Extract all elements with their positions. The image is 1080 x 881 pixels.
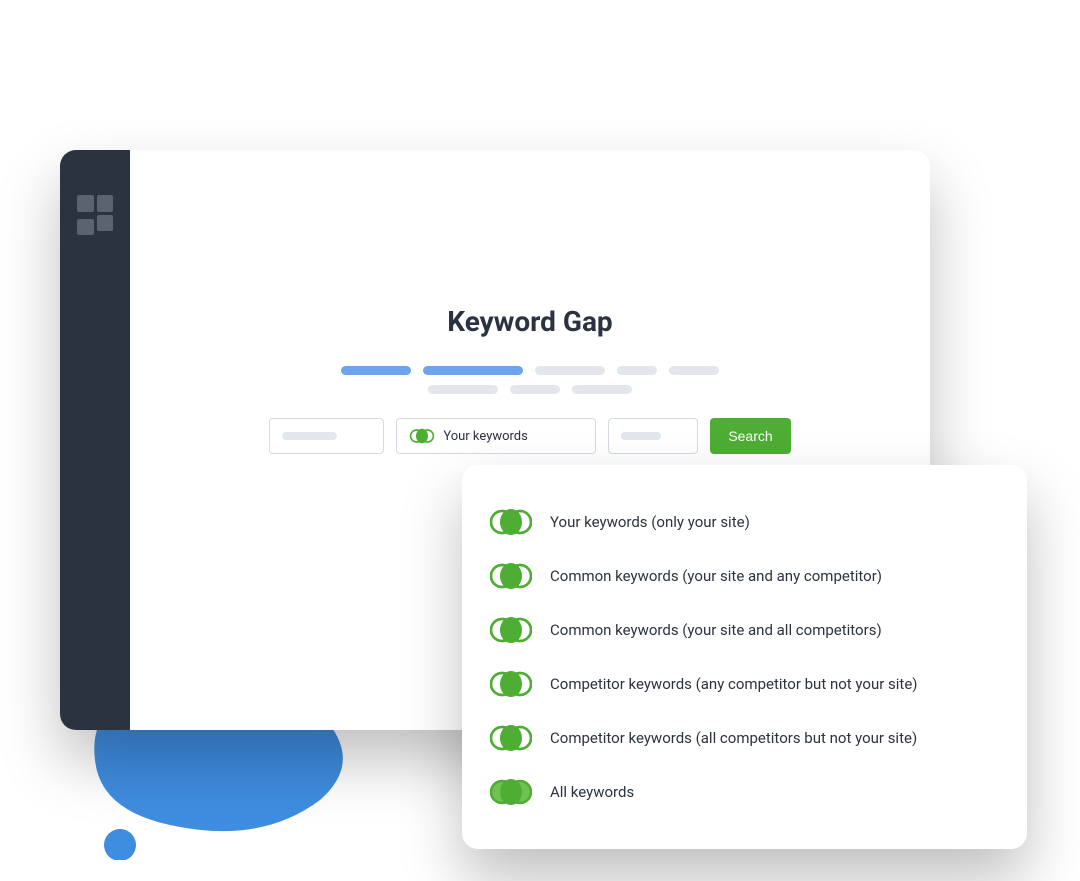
domain-input-1[interactable]	[269, 418, 384, 454]
dropdown-option-your-keywords[interactable]: Your keywords (only your site)	[490, 495, 999, 549]
dropdown-option-competitor-all[interactable]: Competitor keywords (all competitors but…	[490, 711, 999, 765]
dropdown-option-label: Competitor keywords (all competitors but…	[550, 729, 917, 747]
venn-competitor-any-icon	[490, 669, 532, 699]
input-row: Your keywords Search	[269, 418, 790, 454]
dropdown-option-common-any[interactable]: Common keywords (your site and any compe…	[490, 549, 999, 603]
venn-icon	[409, 427, 435, 445]
logo-icon	[77, 195, 113, 231]
dropdown-option-common-all[interactable]: Common keywords (your site and all compe…	[490, 603, 999, 657]
dropdown-option-competitor-any[interactable]: Competitor keywords (any competitor but …	[490, 657, 999, 711]
dropdown-option-label: All keywords	[550, 783, 634, 801]
dropdown-option-all-keywords[interactable]: All keywords	[490, 765, 999, 819]
keyword-type-selector[interactable]: Your keywords	[396, 418, 596, 454]
venn-your-icon	[490, 507, 532, 537]
keyword-type-label: Your keywords	[443, 429, 528, 444]
search-button[interactable]: Search	[710, 418, 790, 454]
placeholder-row-1	[341, 366, 719, 375]
domain-input-2[interactable]	[608, 418, 698, 454]
venn-competitor-all-icon	[490, 723, 532, 753]
dropdown-option-label: Competitor keywords (any competitor but …	[550, 675, 918, 693]
dropdown-option-label: Common keywords (your site and all compe…	[550, 621, 882, 639]
dropdown-option-label: Common keywords (your site and any compe…	[550, 567, 882, 585]
placeholder-row-2	[428, 385, 632, 394]
keyword-type-dropdown: Your keywords (only your site) Common ke…	[462, 465, 1027, 849]
sidebar	[60, 150, 130, 730]
venn-common-all-icon	[490, 615, 532, 645]
dropdown-option-label: Your keywords (only your site)	[550, 513, 750, 531]
page-title: Keyword Gap	[447, 305, 612, 338]
venn-common-any-icon	[490, 561, 532, 591]
venn-all-icon	[490, 777, 532, 807]
